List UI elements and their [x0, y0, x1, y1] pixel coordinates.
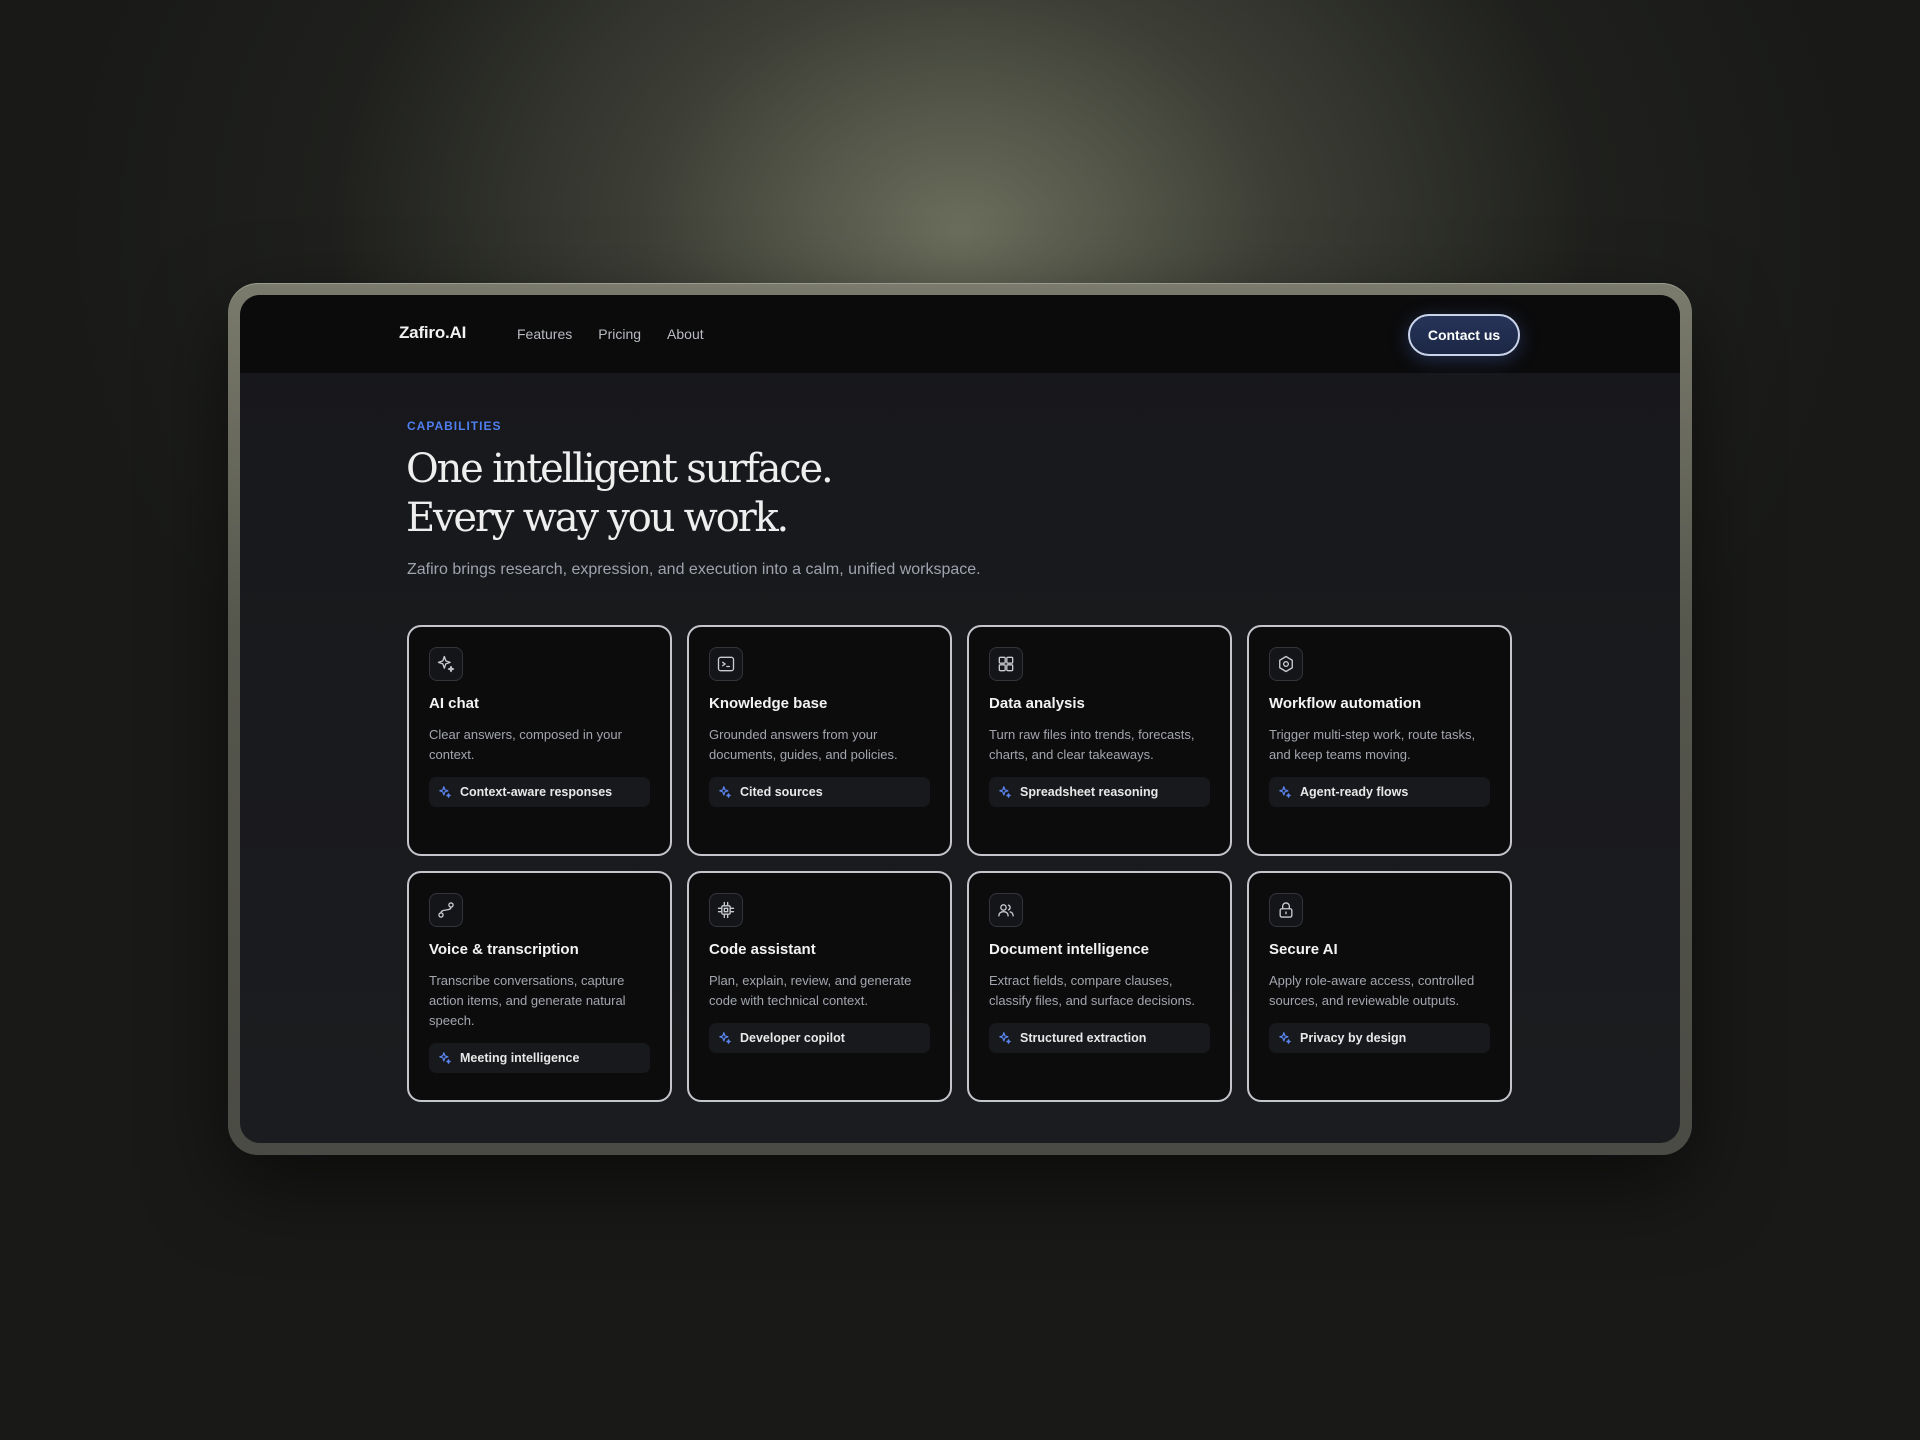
- route-icon: [429, 893, 463, 927]
- device-frame: Zafiro.AI Features Pricing About Contact…: [228, 283, 1692, 1155]
- card-description: Apply role-aware access, controlled sour…: [1269, 973, 1475, 1008]
- headline-line-1: One intelligent surface.: [406, 446, 834, 492]
- card-tag: Agent-ready flows: [1269, 777, 1490, 807]
- cpu-icon: [709, 893, 743, 927]
- page-subtitle: Zafiro brings research, expression, and …: [407, 561, 981, 578]
- capability-card-voice-transcription[interactable]: Voice & transcription Transcribe convers…: [407, 871, 672, 1102]
- headline-line-2: Every way you work.: [406, 495, 789, 541]
- terminal-icon: [709, 647, 743, 681]
- capability-card-workflow-automation[interactable]: Workflow automation Trigger multi-step w…: [1247, 625, 1512, 856]
- card-tag-label: Cited sources: [740, 785, 823, 799]
- card-tag-label: Spreadsheet reasoning: [1020, 785, 1159, 799]
- nav-links: Features Pricing About: [517, 326, 704, 342]
- sparkle-small-icon: [999, 1032, 1011, 1044]
- sparkle-icon: [429, 647, 463, 681]
- card-tag: Cited sources: [709, 777, 930, 807]
- sparkle-small-icon: [719, 786, 731, 798]
- card-tag: Structured extraction: [989, 1023, 1210, 1053]
- page-title: One intelligent surface. Every way you w…: [406, 445, 834, 543]
- card-title: Workflow automation: [1269, 695, 1422, 712]
- card-tag-label: Privacy by design: [1300, 1031, 1407, 1045]
- card-tag-label: Developer copilot: [740, 1031, 845, 1045]
- section-eyebrow: CAPABILITIES: [407, 419, 502, 433]
- card-tag-label: Context-aware responses: [460, 785, 613, 799]
- card-tag-label: Meeting intelligence: [460, 1051, 580, 1065]
- card-title: Code assistant: [709, 941, 816, 958]
- app-screen: Zafiro.AI Features Pricing About Contact…: [240, 295, 1680, 1143]
- card-description: Plan, explain, review, and generate code…: [709, 973, 912, 1008]
- card-tag: Developer copilot: [709, 1023, 930, 1053]
- capabilities-grid: AI chat Clear answers, composed in your …: [407, 625, 1512, 1102]
- lock-icon: [1269, 893, 1303, 927]
- card-title: Voice & transcription: [429, 941, 579, 958]
- card-description: Transcribe conversations, capture action…: [429, 973, 626, 1028]
- card-description: Trigger multi-step work, route tasks, an…: [1269, 727, 1476, 762]
- nav-link-about[interactable]: About: [667, 326, 704, 342]
- card-title: Data analysis: [989, 695, 1085, 712]
- top-navbar: Zafiro.AI Features Pricing About Contact…: [240, 295, 1680, 373]
- capability-card-secure-ai[interactable]: Secure AI Apply role-aware access, contr…: [1247, 871, 1512, 1102]
- card-title: Secure AI: [1269, 941, 1338, 958]
- sparkle-small-icon: [439, 786, 451, 798]
- card-description: Grounded answers from your documents, gu…: [709, 727, 898, 762]
- card-tag: Spreadsheet reasoning: [989, 777, 1210, 807]
- capability-card-ai-chat[interactable]: AI chat Clear answers, composed in your …: [407, 625, 672, 856]
- card-tag-label: Agent-ready flows: [1300, 785, 1409, 799]
- capability-card-code-assistant[interactable]: Code assistant Plan, explain, review, an…: [687, 871, 952, 1102]
- card-description: Extract fields, compare clauses, classif…: [989, 973, 1195, 1008]
- capability-card-document-intelligence[interactable]: Document intelligence Extract fields, co…: [967, 871, 1232, 1102]
- grid-icon: [989, 647, 1023, 681]
- card-tag: Meeting intelligence: [429, 1043, 650, 1073]
- capability-card-data-analysis[interactable]: Data analysis Turn raw files into trends…: [967, 625, 1232, 856]
- card-description: Clear answers, composed in your context.: [429, 727, 622, 762]
- card-tag-label: Structured extraction: [1020, 1031, 1147, 1045]
- card-description: Turn raw files into trends, forecasts, c…: [989, 727, 1195, 762]
- contact-us-button[interactable]: Contact us: [1408, 314, 1520, 356]
- nav-link-features[interactable]: Features: [517, 326, 572, 342]
- hexagon-icon: [1269, 647, 1303, 681]
- capability-card-knowledge-base[interactable]: Knowledge base Grounded answers from you…: [687, 625, 952, 856]
- nav-link-pricing[interactable]: Pricing: [598, 326, 641, 342]
- sparkle-small-icon: [999, 786, 1011, 798]
- brand-logo[interactable]: Zafiro.AI: [399, 323, 466, 343]
- sparkle-small-icon: [1279, 786, 1291, 798]
- sparkle-small-icon: [1279, 1032, 1291, 1044]
- users-icon: [989, 893, 1023, 927]
- card-title: AI chat: [429, 695, 480, 712]
- card-tag: Privacy by design: [1269, 1023, 1490, 1053]
- card-title: Document intelligence: [989, 941, 1150, 958]
- sparkle-small-icon: [439, 1052, 451, 1064]
- card-tag: Context-aware responses: [429, 777, 650, 807]
- card-title: Knowledge base: [709, 695, 828, 712]
- sparkle-small-icon: [719, 1032, 731, 1044]
